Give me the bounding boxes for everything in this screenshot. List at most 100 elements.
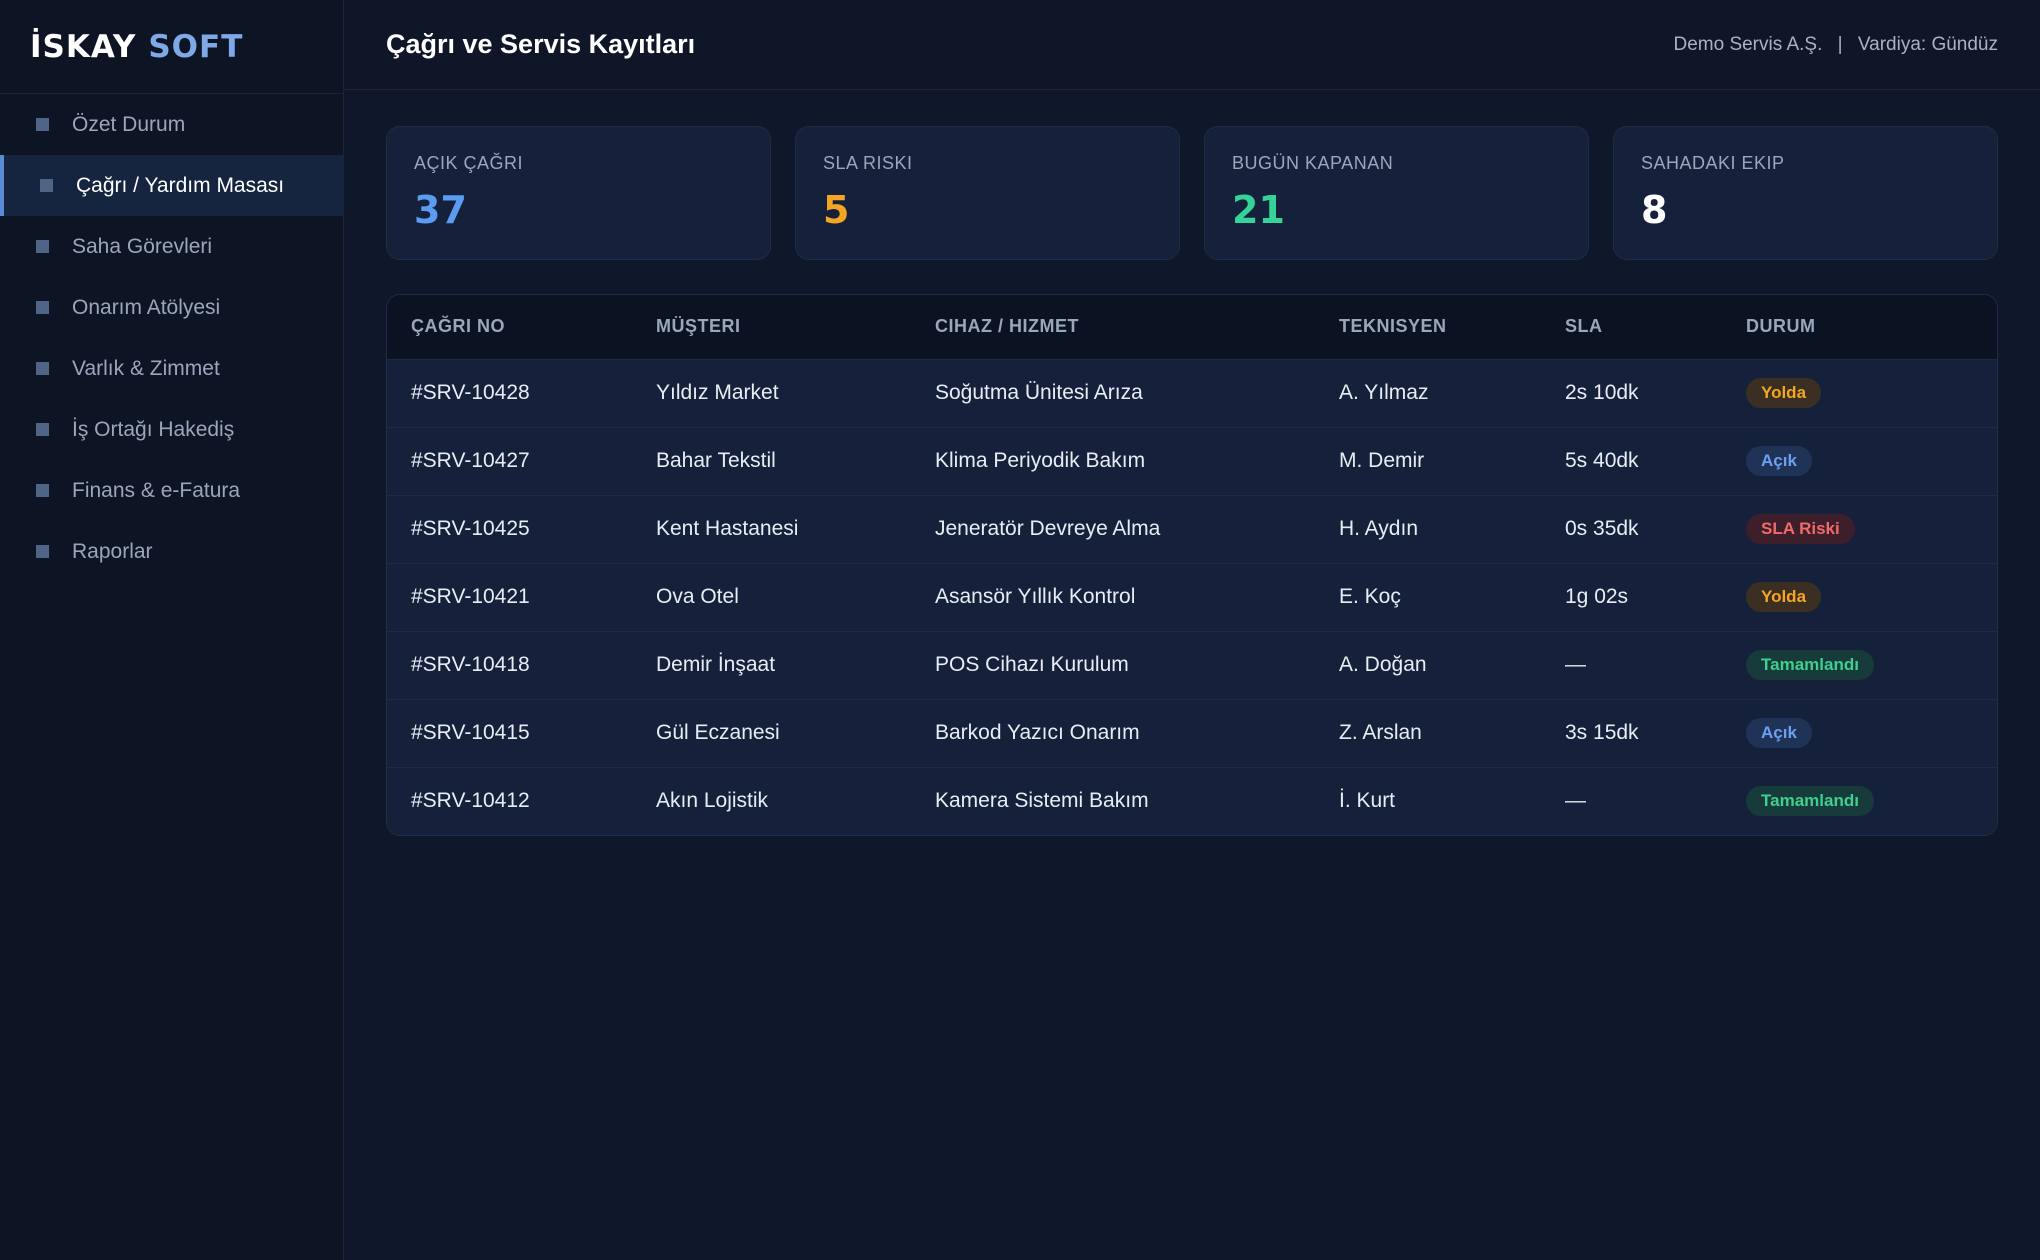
- square-bullet-icon: [36, 484, 49, 497]
- call-id-cell: #SRV-10415: [411, 721, 530, 744]
- customer-cell: Bahar Tekstil: [656, 449, 776, 472]
- column-header-sla[interactable]: SLA: [1541, 295, 1722, 359]
- stat-card-label: SLA RISKI: [823, 153, 913, 173]
- sla-cell: 5s 40dk: [1565, 449, 1639, 472]
- column-header-cihaz-hizmet[interactable]: CIHAZ / HIZMET: [911, 295, 1315, 359]
- column-header-musteri[interactable]: MÜŞTERI: [632, 295, 911, 359]
- service-cell: Jeneratör Devreye Alma: [935, 517, 1161, 540]
- logo: İSKAY SOFT: [0, 0, 343, 94]
- table-row[interactable]: #SRV-10427 Bahar Tekstil Klima Periyodik B…: [387, 427, 1997, 495]
- table: ÇAĞRI NO MÜŞTERI CIHAZ / HIZMET TEKNISYE…: [387, 295, 1997, 835]
- status-badge: Açık: [1746, 446, 1812, 476]
- square-bullet-icon: [36, 362, 49, 375]
- sla-cell: —: [1565, 653, 1586, 676]
- logo-part-1: İSKAY: [30, 28, 137, 65]
- column-header-teknisyen[interactable]: TEKNISYEN: [1315, 295, 1541, 359]
- square-bullet-icon: [36, 423, 49, 436]
- customer-cell: Gül Eczanesi: [656, 721, 780, 744]
- technician-cell: M. Demir: [1339, 449, 1425, 472]
- stat-card-bugun-kapanan: BUGÜN KAPANAN 21: [1204, 126, 1589, 260]
- sidebar-item-label: Finans & e-Fatura: [72, 478, 241, 502]
- technician-cell: A. Yılmaz: [1339, 381, 1429, 404]
- sidebar-item-is-ortagi-hakedis[interactable]: İş Ortağı Hakediş: [0, 399, 343, 460]
- sla-cell: —: [1565, 789, 1586, 813]
- shift-label: Vardiya: Gündüz: [1857, 33, 1998, 55]
- call-id-cell: #SRV-10428: [411, 381, 530, 404]
- info-separator: |: [1837, 33, 1843, 55]
- table-row[interactable]: #SRV-10425 Kent Hastanesi Jeneratör Devrey…: [387, 495, 1997, 563]
- company-shift-info: Demo Servis A.Ş. | Vardiya: Gündüz: [1673, 34, 1998, 56]
- customer-cell: Kent Hastanesi: [656, 517, 799, 540]
- status-badge: Açık: [1746, 718, 1812, 748]
- logo-part-2: SOFT: [148, 28, 244, 65]
- technician-cell: E. Koç: [1339, 585, 1401, 608]
- sla-cell: 0s 35dk: [1565, 517, 1639, 540]
- service-cell: POS Cihazı Kurulum: [935, 653, 1129, 676]
- sidebar-item-label: Onarım Atölyesi: [72, 295, 221, 319]
- status-badge: SLA Riski: [1746, 514, 1855, 544]
- sidebar-item-label: Saha Görevleri: [72, 234, 213, 258]
- call-id-cell: #SRV-10412: [411, 789, 530, 813]
- status-cell: Açık: [1722, 427, 1997, 495]
- sidebar-item-label: Çağrı / Yardım Masası: [76, 173, 285, 197]
- call-id-cell: #SRV-10425: [411, 517, 530, 540]
- status-cell: Yolda: [1722, 563, 1997, 631]
- status-cell: Yolda: [1722, 359, 1997, 427]
- square-bullet-icon: [36, 118, 49, 131]
- stat-cards: AÇIK ÇAĞRI 37 SLA RISKI 5 BUGÜN KAPANAN …: [386, 126, 1998, 260]
- table-row[interactable]: #SRV-10415 Gül Eczanesi Barkod Yazıcı Onar…: [387, 699, 1997, 767]
- sidebar: İSKAY SOFT Özet Durum Çağrı / Yardım Mas…: [0, 0, 344, 1260]
- service-cell: Klima Periyodik Bakım: [935, 449, 1146, 472]
- sidebar-item-finans-efatura[interactable]: Finans & e-Fatura: [0, 460, 343, 521]
- stat-card-label: AÇIK ÇAĞRI: [414, 153, 524, 173]
- call-id-cell: #SRV-10421: [411, 585, 530, 608]
- sidebar-item-varlik-zimmet[interactable]: Varlık & Zimmet: [0, 338, 343, 399]
- column-header-cagri-no[interactable]: ÇAĞRI NO: [387, 295, 632, 359]
- main-area: Çağrı ve Servis Kayıtları Demo Servis A.…: [344, 0, 2040, 1260]
- stat-card-value: 8: [1641, 188, 1668, 232]
- table-body: #SRV-10428 Yıldız Market Soğutma Ünitesi A…: [387, 359, 1997, 835]
- status-badge: Tamamlandı: [1746, 786, 1874, 817]
- stat-card-value: 37: [414, 188, 467, 232]
- table-row[interactable]: #SRV-10428 Yıldız Market Soğutma Ünitesi A…: [387, 359, 1997, 427]
- service-cell: Kamera Sistemi Bakım: [935, 789, 1149, 813]
- sla-cell: 3s 15dk: [1565, 721, 1639, 744]
- sidebar-item-ozet-durum[interactable]: Özet Durum: [0, 94, 343, 155]
- company-name: Demo Servis A.Ş.: [1673, 33, 1823, 55]
- call-id-cell: #SRV-10427: [411, 449, 530, 472]
- square-bullet-icon: [36, 545, 49, 558]
- square-bullet-icon: [40, 179, 53, 192]
- technician-cell: Z. Arslan: [1339, 721, 1422, 744]
- technician-cell: İ. Kurt: [1339, 789, 1396, 813]
- table-row[interactable]: #SRV-10418 Demir İnşaat POS Cihazı Kurulum…: [387, 631, 1997, 699]
- service-cell: Barkod Yazıcı Onarım: [935, 721, 1140, 744]
- sidebar-item-cagri-yardim-masasi[interactable]: Çağrı / Yardım Masası: [0, 155, 343, 216]
- app-root: İSKAY SOFT Özet Durum Çağrı / Yardım Mas…: [0, 0, 2040, 1260]
- service-cell: Soğutma Ünitesi Arıza: [935, 381, 1143, 404]
- column-header-durum[interactable]: DURUM: [1722, 295, 1997, 359]
- stat-card-sla-riski: SLA RISKI 5: [795, 126, 1180, 260]
- table-row[interactable]: #SRV-10421 Ova Otel Asansör Yıllık Kontrol…: [387, 563, 1997, 631]
- table-header: ÇAĞRI NO MÜŞTERI CIHAZ / HIZMET TEKNISYE…: [387, 295, 1997, 359]
- service-cell: Asansör Yıllık Kontrol: [935, 585, 1136, 608]
- status-cell: SLA Riski: [1722, 495, 1997, 563]
- table-row[interactable]: #SRV-10412 Akın Lojistik Kamera Sistemi Ba…: [387, 767, 1997, 835]
- sidebar-item-raporlar[interactable]: Raporlar: [0, 521, 343, 582]
- square-bullet-icon: [36, 240, 49, 253]
- topbar: Çağrı ve Servis Kayıtları Demo Servis A.…: [344, 0, 2040, 90]
- sidebar-nav: Özet Durum Çağrı / Yardım Masası Saha Gö…: [0, 94, 343, 582]
- status-badge: Yolda: [1746, 582, 1822, 612]
- content: AÇIK ÇAĞRI 37 SLA RISKI 5 BUGÜN KAPANAN …: [344, 90, 2040, 872]
- status-badge: Tamamlandı: [1746, 650, 1874, 680]
- sidebar-item-onarim-atolyesi[interactable]: Onarım Atölyesi: [0, 277, 343, 338]
- status-cell: Tamamlandı: [1722, 767, 1997, 835]
- call-id-cell: #SRV-10418: [411, 653, 530, 676]
- stat-card-label: SAHADAKI EKIP: [1641, 153, 1785, 173]
- sidebar-item-saha-gorevleri[interactable]: Saha Görevleri: [0, 216, 343, 277]
- square-bullet-icon: [36, 301, 49, 314]
- sla-cell: 1g 02s: [1565, 585, 1629, 608]
- status-badge: Yolda: [1746, 378, 1822, 408]
- sidebar-item-label: Varlık & Zimmet: [72, 356, 220, 380]
- customer-cell: Akın Lojistik: [656, 789, 769, 813]
- service-calls-table: ÇAĞRI NO MÜŞTERI CIHAZ / HIZMET TEKNISYE…: [386, 294, 1998, 836]
